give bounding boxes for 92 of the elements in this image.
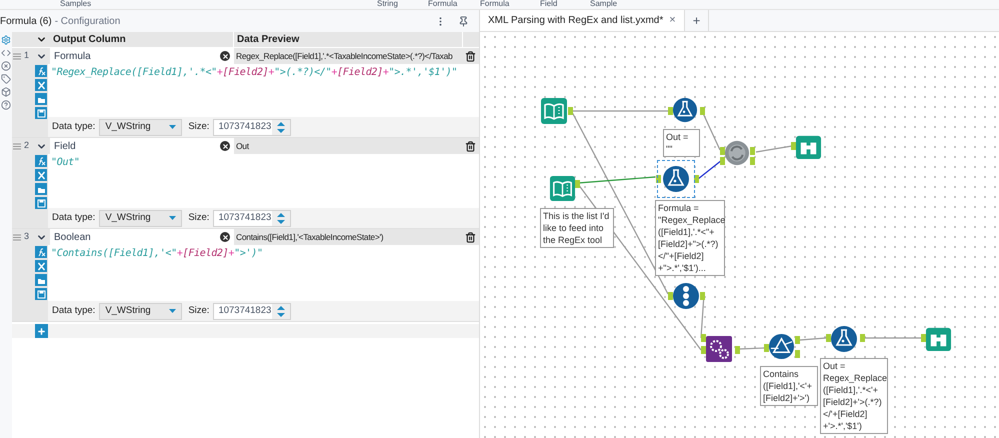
clear-icon[interactable]: [220, 141, 230, 151]
pin-icon[interactable]: [458, 16, 469, 26]
function-icon[interactable]: [35, 155, 47, 167]
function-icon[interactable]: [35, 246, 47, 258]
spinner-arrows-icon: [272, 210, 290, 226]
delete-icon[interactable]: [465, 232, 476, 242]
annotation-note: Out = Regex_Replace ([Field1],'.*<'+ [Field2]+'>(.*?) </'+[Field2] +'>.*','$1'): [820, 358, 888, 434]
data-type-dropdown[interactable]: V_WString: [99, 302, 182, 320]
text-input-tool-icon[interactable]: [549, 175, 576, 202]
folder-icon[interactable]: [35, 93, 47, 105]
save-icon[interactable]: [35, 288, 47, 300]
formula-tool-icon[interactable]: [672, 97, 698, 123]
code-icon[interactable]: [1, 48, 11, 58]
connector-line: [738, 347, 764, 350]
help-icon[interactable]: [1, 100, 11, 110]
text-input-tool-icon[interactable]: [540, 97, 568, 125]
data-preview-cell-text: Out: [235, 140, 250, 153]
clear-icon[interactable]: [220, 51, 230, 61]
connector-line: [800, 337, 826, 341]
folder-icon[interactable]: [35, 183, 47, 195]
toolbar-tab[interactable]: Samples: [60, 0, 92, 8]
toolbar-tab[interactable]: String: [377, 0, 398, 8]
toolbar-tab[interactable]: Formula: [480, 0, 510, 8]
variable-icon[interactable]: [35, 260, 47, 272]
document-tab[interactable]: XML Parsing with RegEx and list.yxmd* ×: [480, 10, 685, 31]
output-column-field[interactable]: Boolean: [50, 229, 234, 245]
anchor-port[interactable]: [694, 175, 699, 183]
panel-title: Formula (6): [0, 14, 52, 28]
row-number: 3: [24, 230, 30, 244]
variable-icon[interactable]: [35, 79, 47, 91]
caret-icon: [169, 309, 176, 313]
size-label: Size:: [188, 120, 210, 134]
panel-subtitle: - Configuration: [54, 14, 120, 28]
delete-icon[interactable]: [465, 50, 476, 62]
size-spinner[interactable]: 1073741823: [213, 210, 292, 226]
data-type-dropdown[interactable]: V_WString: [99, 210, 182, 226]
save-icon[interactable]: [35, 107, 47, 119]
data-preview-cell-text: Contains([Field1],'<TaxableIncomeState>'): [235, 230, 384, 244]
toolbar-tab[interactable]: Field: [540, 0, 558, 8]
output-column-field[interactable]: Formula: [50, 48, 234, 64]
circle-x-icon[interactable]: [1, 61, 11, 71]
size-spinner[interactable]: 1073741823: [213, 118, 292, 136]
annotation-note: Contains ([Field1],'<'+ [Field2]+'>'): [760, 366, 818, 406]
record-id-tool-icon[interactable]: [672, 282, 700, 310]
column-header: Data Preview: [236, 33, 300, 47]
formula-tool-icon[interactable]: [662, 165, 690, 193]
toolbar-tab[interactable]: Sample: [590, 0, 618, 8]
connector-line: [698, 160, 722, 180]
drag-handle-icon[interactable]: [13, 234, 21, 240]
connector-line: [756, 145, 792, 153]
data-type-label: Data type:: [52, 304, 96, 318]
caret-icon: [169, 125, 176, 129]
spinner-arrows-icon: [272, 120, 290, 134]
gear-tool-icon[interactable]: [724, 140, 750, 166]
variable-icon[interactable]: [35, 169, 47, 181]
add-row-button[interactable]: [35, 324, 48, 338]
data-type-label: Data type:: [52, 120, 96, 134]
selected-node-frame[interactable]: [657, 160, 695, 198]
drag-handle-icon[interactable]: [13, 52, 21, 60]
data-type-dropdown[interactable]: V_WString: [99, 118, 182, 136]
annotation-note: This is the list I'd like to feed into the RegEx tool: [540, 208, 614, 248]
delete-icon[interactable]: [465, 140, 476, 152]
gears-tool-icon[interactable]: [705, 335, 733, 363]
spinner-arrows-icon: [272, 304, 290, 318]
plus-icon: [37, 326, 46, 336]
close-tab-button[interactable]: ×: [669, 12, 676, 29]
folder-icon[interactable]: [35, 274, 47, 286]
clear-icon[interactable]: [220, 232, 230, 242]
data-type-label: Data type:: [52, 210, 96, 225]
size-label: Size:: [188, 304, 210, 318]
annotation-note: Formula = "Regex_Replace ([Field1],'.*<"+ [Field2]+">(.*?) </"+[Field2] +">.*','$1')...: [655, 200, 725, 276]
function-icon[interactable]: [35, 65, 47, 77]
drag-handle-icon[interactable]: [13, 142, 21, 150]
annotation-note: Out = "": [663, 129, 700, 157]
settings-icon[interactable]: [1, 35, 11, 45]
formula-tool-icon[interactable]: [830, 325, 858, 353]
column-header: Output Column: [50, 32, 234, 47]
size-label: Size:: [188, 210, 210, 225]
output-column-field[interactable]: Field: [50, 138, 234, 154]
caret-icon: [169, 216, 176, 220]
size-spinner[interactable]: 1073741823: [213, 302, 292, 320]
anchor-port[interactable]: [656, 175, 661, 183]
filter-tool-icon[interactable]: [768, 333, 795, 360]
connector-line: [862, 337, 921, 339]
box-icon[interactable]: [1, 87, 11, 97]
save-icon[interactable]: [35, 197, 47, 209]
data-preview-cell-text: Regex_Replace([Field1],'.*<TaxableIncomeState>(.*?)</Taxab: [235, 50, 454, 63]
toolbar-tab[interactable]: Formula: [428, 0, 458, 8]
row-number: 1: [24, 49, 30, 62]
tag-icon[interactable]: [1, 74, 11, 84]
row-number: 2: [24, 139, 30, 152]
new-tab-button[interactable]: +: [684, 10, 710, 31]
